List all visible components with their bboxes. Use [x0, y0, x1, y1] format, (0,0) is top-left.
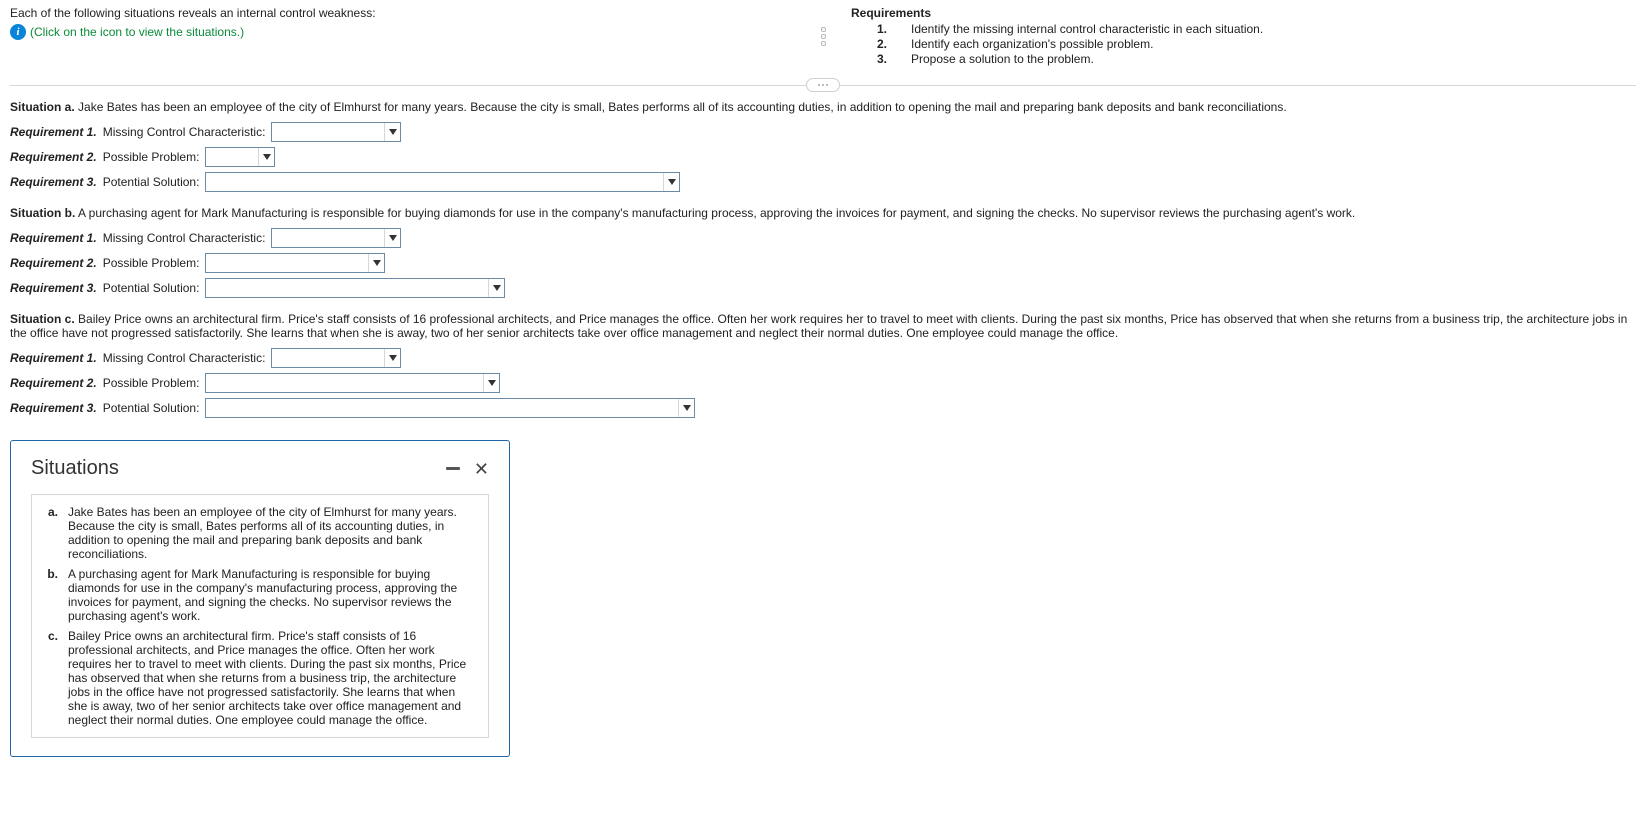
possible-label: Possible Problem:	[103, 376, 200, 390]
req2-bold: Requirement 2.	[10, 256, 97, 270]
info-row: i (Click on the icon to view the situati…	[10, 24, 795, 40]
req-text: Identify each organization's possible pr…	[911, 37, 1153, 51]
situation-a-text: Jake Bates has been an employee of the c…	[78, 100, 1287, 114]
item-letter: a.	[44, 505, 58, 561]
chevron-down-icon	[384, 123, 400, 141]
possible-label: Possible Problem:	[103, 256, 200, 270]
info-icon[interactable]: i	[10, 24, 26, 40]
situation-b-label: Situation b.	[10, 206, 75, 220]
situation-b-req2-select[interactable]	[205, 253, 385, 273]
potential-label: Potential Solution:	[103, 175, 200, 189]
req3-bold: Requirement 3.	[10, 281, 97, 295]
situation-c-req2-select[interactable]	[205, 373, 500, 393]
situation-b-req3-select[interactable]	[205, 278, 505, 298]
situation-a-label: Situation a.	[10, 100, 75, 114]
list-item: b. A purchasing agent for Mark Manufactu…	[44, 567, 476, 623]
item-text: Bailey Price owns an architectural firm.…	[68, 629, 476, 727]
situation-a: Situation a. Jake Bates has been an empl…	[10, 100, 1636, 192]
minimize-icon[interactable]	[446, 467, 460, 470]
chevron-down-icon	[368, 254, 384, 272]
situations-dialog: Situations ✕ a. Jake Bates has been an e…	[10, 440, 510, 757]
potential-label: Potential Solution:	[103, 401, 200, 415]
item-letter: b.	[44, 567, 58, 623]
req-number: 3.	[877, 52, 887, 66]
potential-label: Potential Solution:	[103, 281, 200, 295]
situation-a-req3-select[interactable]	[205, 172, 680, 192]
chevron-down-icon	[488, 279, 504, 297]
req2-bold: Requirement 2.	[10, 376, 97, 390]
chevron-down-icon	[678, 399, 694, 417]
item-text: A purchasing agent for Mark Manufacturin…	[68, 567, 476, 623]
req3-bold: Requirement 3.	[10, 175, 97, 189]
missing-label: Missing Control Characteristic:	[103, 231, 266, 245]
item-letter: c.	[44, 629, 58, 727]
horizontal-divider	[10, 85, 1636, 86]
situation-c-text: Bailey Price owns an architectural firm.…	[10, 312, 1627, 340]
missing-label: Missing Control Characteristic:	[103, 351, 266, 365]
chevron-down-icon	[663, 173, 679, 191]
situations-list: a. Jake Bates has been an employee of th…	[31, 494, 489, 738]
chevron-down-icon	[384, 349, 400, 367]
req2-bold: Requirement 2.	[10, 150, 97, 164]
list-item: c. Bailey Price owns an architectural fi…	[44, 629, 476, 727]
possible-label: Possible Problem:	[103, 150, 200, 164]
req-number: 2.	[877, 37, 887, 51]
item-text: Jake Bates has been an employee of the c…	[68, 505, 476, 561]
situation-c-req1-select[interactable]	[271, 348, 401, 368]
intro-text: Each of the following situations reveals…	[10, 6, 795, 20]
req1-bold: Requirement 1.	[10, 125, 97, 139]
dialog-title: Situations	[31, 457, 119, 480]
divider-drag-handle[interactable]	[806, 78, 840, 92]
situation-b-req1-select[interactable]	[271, 228, 401, 248]
req1-bold: Requirement 1.	[10, 231, 97, 245]
vertical-divider-handle[interactable]	[819, 6, 827, 67]
question-header: Each of the following situations reveals…	[10, 6, 1636, 67]
situation-c-req3-select[interactable]	[205, 398, 695, 418]
situation-b-text: A purchasing agent for Mark Manufacturin…	[78, 206, 1355, 220]
situation-a-req1-select[interactable]	[271, 122, 401, 142]
chevron-down-icon	[384, 229, 400, 247]
list-item: a. Jake Bates has been an employee of th…	[44, 505, 476, 561]
req-number: 1.	[877, 22, 887, 36]
chevron-down-icon	[258, 148, 274, 166]
req-text: Identify the missing internal control ch…	[911, 22, 1263, 36]
header-left: Each of the following situations reveals…	[10, 6, 795, 67]
requirements-panel: Requirements 1. Identify the missing inte…	[851, 6, 1636, 67]
chevron-down-icon	[483, 374, 499, 392]
situation-c-label: Situation c.	[10, 312, 75, 326]
requirements-heading: Requirements	[851, 6, 1636, 20]
situation-b: Situation b. A purchasing agent for Mark…	[10, 206, 1636, 298]
situation-c: Situation c. Bailey Price owns an archit…	[10, 312, 1636, 418]
req1-bold: Requirement 1.	[10, 351, 97, 365]
info-link-text[interactable]: (Click on the icon to view the situation…	[30, 25, 244, 39]
req-text: Propose a solution to the problem.	[911, 52, 1094, 66]
req3-bold: Requirement 3.	[10, 401, 97, 415]
missing-label: Missing Control Characteristic:	[103, 125, 266, 139]
situation-a-req2-select[interactable]	[205, 147, 275, 167]
close-icon[interactable]: ✕	[474, 460, 489, 478]
